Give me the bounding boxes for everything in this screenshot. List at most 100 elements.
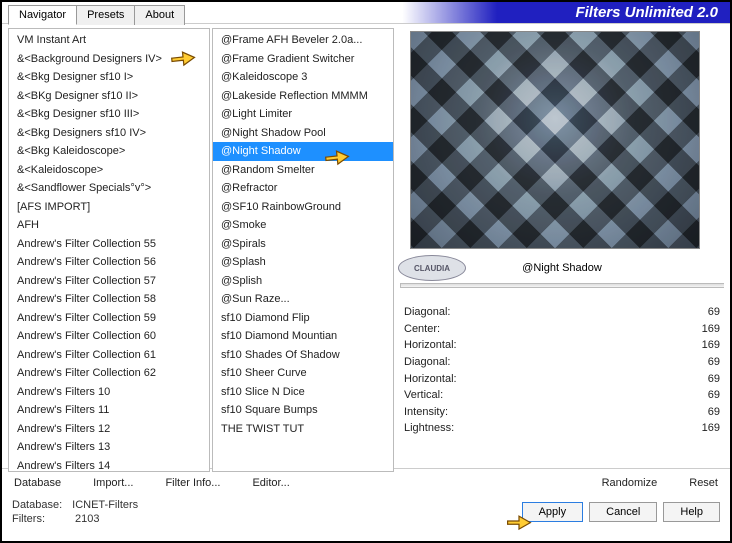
param-row: Diagonal: 69 [402,304,722,321]
watermark: CLAUDIA [398,255,466,281]
param-value[interactable]: 69 [708,356,720,368]
action-buttons: Apply Cancel Help [522,499,720,525]
list-item[interactable]: @Lakeside Reflection MMMM [213,87,393,106]
help-button[interactable]: Help [663,502,720,522]
list-item[interactable]: &<Bkg Designers sf10 IV> [9,124,209,143]
list-item[interactable]: @Sun Raze... [213,290,393,309]
list-item[interactable]: @Spirals [213,235,393,254]
list-item[interactable]: Andrew's Filters 13 [9,438,209,457]
list-item[interactable]: Andrew's Filter Collection 58 [9,290,209,309]
filter-info-button[interactable]: Filter Info... [161,475,224,491]
list-item[interactable]: sf10 Slice N Dice [213,383,393,402]
list-item[interactable]: &<Bkg Kaleidoscope> [9,142,209,161]
list-item[interactable]: Andrew's Filters 12 [9,420,209,439]
param-value[interactable]: 69 [708,389,720,401]
list-item[interactable]: @Frame Gradient Switcher [213,50,393,69]
list-item[interactable]: Andrew's Filters 11 [9,401,209,420]
list-item[interactable]: sf10 Square Bumps [213,401,393,420]
param-label: Horizontal: [404,339,457,351]
database-value: ICNET-Filters [72,499,138,511]
param-row: Vertical: 69 [402,387,722,404]
list-item[interactable]: Andrew's Filter Collection 60 [9,327,209,346]
params-list: Diagonal:69Center:169Horizontal:169Diago… [400,304,724,472]
category-panel: VM Instant Art&<Background Designers IV>… [8,28,210,472]
param-row: Horizontal: 69 [402,370,722,387]
filter-list[interactable]: @Frame AFH Beveler 2.0a...@Frame Gradien… [213,29,393,471]
param-row: Horizontal: 169 [402,337,722,354]
list-item[interactable]: Andrew's Filter Collection 59 [9,309,209,328]
params-scrollbar[interactable] [400,283,724,288]
list-item[interactable]: Andrew's Filters 10 [9,383,209,402]
param-label: Intensity: [404,406,448,418]
list-item[interactable]: @Splish [213,272,393,291]
tab-presets[interactable]: Presets [76,5,135,25]
import-button[interactable]: Import... [89,475,137,491]
list-item[interactable]: &<Sandflower Specials°v°> [9,179,209,198]
list-item[interactable]: @SF10 RainbowGround [213,198,393,217]
list-item[interactable]: &<Bkg Designer sf10 I> [9,68,209,87]
list-item[interactable]: &<Kaleidoscope> [9,161,209,180]
list-item[interactable]: &<Bkg Designer sf10 III> [9,105,209,124]
app-title: Filters Unlimited 2.0 [575,4,718,21]
list-item[interactable]: sf10 Diamond Flip [213,309,393,328]
list-item[interactable]: @Splash [213,253,393,272]
param-label: Horizontal: [404,373,457,385]
filters-value: 2103 [75,513,99,525]
list-item[interactable]: [AFS IMPORT] [9,198,209,217]
tab-navigator[interactable]: Navigator [8,5,77,25]
list-item[interactable]: @Light Limiter [213,105,393,124]
apply-button[interactable]: Apply [522,502,584,522]
main-area: VM Instant Art&<Background Designers IV>… [2,24,730,472]
param-value[interactable]: 69 [708,406,720,418]
list-item[interactable]: @Night Shadow [213,142,393,161]
list-item[interactable]: sf10 Shades Of Shadow [213,346,393,365]
list-item[interactable]: Andrew's Filter Collection 56 [9,253,209,272]
param-row: Center:169 [402,321,722,338]
filter-panel: @Frame AFH Beveler 2.0a...@Frame Gradien… [212,28,394,472]
list-item[interactable]: &<BKg Designer sf10 II> [9,87,209,106]
param-label: Diagonal: [404,356,450,368]
editor-button[interactable]: Editor... [248,475,293,491]
param-value[interactable]: 169 [702,339,720,351]
database-button[interactable]: Database [10,475,65,491]
list-item[interactable]: THE TWIST TUT [213,420,393,439]
param-label: Diagonal: [404,306,450,318]
list-item[interactable]: @Refractor [213,179,393,198]
param-label: Vertical: [404,389,443,401]
filter-label-row: CLAUDIA @Night Shadow [400,257,724,279]
list-item[interactable]: Andrew's Filters 14 [9,457,209,472]
list-item[interactable]: @Smoke [213,216,393,235]
cancel-button[interactable]: Cancel [589,502,657,522]
randomize-button[interactable]: Randomize [598,475,662,491]
list-item[interactable]: AFH [9,216,209,235]
list-item[interactable]: Andrew's Filter Collection 61 [9,346,209,365]
list-item[interactable]: &<Background Designers IV> [9,50,209,69]
param-value[interactable]: 69 [708,306,720,318]
database-label: Database: [12,499,62,511]
param-row: Lightness: 169 [402,420,722,437]
list-item[interactable]: @Frame AFH Beveler 2.0a... [213,31,393,50]
list-item[interactable]: @Kaleidoscope 3 [213,68,393,87]
category-list[interactable]: VM Instant Art&<Background Designers IV>… [9,29,209,471]
preview-panel: CLAUDIA @Night Shadow Diagonal: 69 Center:… [400,28,724,472]
list-item[interactable]: @Random Smelter [213,161,393,180]
param-value[interactable]: 69 [708,373,720,385]
list-item[interactable]: sf10 Sheer Curve [213,364,393,383]
param-row: Intensity: 69 [402,404,722,421]
param-value[interactable]: 169 [702,323,720,335]
preview-image [410,31,700,249]
list-item[interactable]: Andrew's Filter Collection 55 [9,235,209,254]
list-item[interactable]: sf10 Diamond Mountian [213,327,393,346]
param-label: Lightness: [404,422,454,434]
param-row: Diagonal: 69 [402,354,722,371]
list-item[interactable]: VM Instant Art [9,31,209,50]
list-item[interactable]: @Night Shadow Pool [213,124,393,143]
list-item[interactable]: Andrew's Filter Collection 62 [9,364,209,383]
param-value[interactable]: 169 [702,422,720,434]
reset-button[interactable]: Reset [685,475,722,491]
tab-about[interactable]: About [134,5,185,25]
filters-label: Filters: [12,513,45,525]
list-item[interactable]: Andrew's Filter Collection 57 [9,272,209,291]
header: Navigator Presets About Filters Unlimite… [2,2,730,24]
status-bar: Database: ICNET-Filters Filters: 2103 Ap… [2,493,730,527]
